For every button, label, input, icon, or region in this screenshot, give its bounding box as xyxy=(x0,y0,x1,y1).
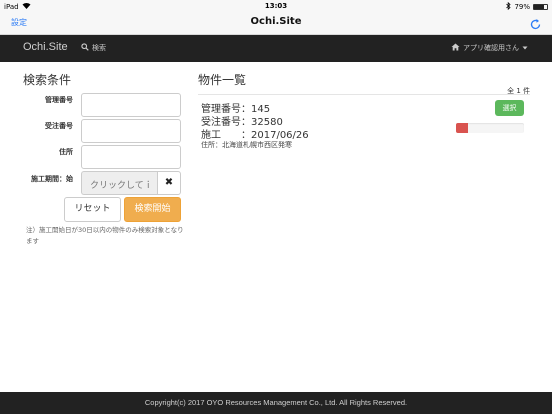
address-input[interactable] xyxy=(81,145,181,169)
close-icon: ✖ xyxy=(164,177,174,188)
select-button[interactable]: 選択 xyxy=(495,100,524,116)
progress-bar-fill xyxy=(456,123,469,133)
site-footer: Copyright(c) 2017 OYO Resources Manageme… xyxy=(0,392,552,414)
item-address: 住所：北海道札幌市西区発寒 xyxy=(201,141,292,149)
kanri-number-label: 管理番号 xyxy=(45,96,73,104)
list-divider xyxy=(198,94,530,95)
search-link[interactable]: 検索 xyxy=(81,43,106,53)
kanri-number-input[interactable] xyxy=(81,93,181,117)
date-clear-button[interactable]: ✖ xyxy=(157,171,181,195)
nav-title: Ochi.Site xyxy=(250,16,302,27)
reset-button[interactable]: リセット xyxy=(64,197,121,222)
user-menu-label: アプリ確認用さん xyxy=(463,44,519,52)
search-icon xyxy=(81,43,89,53)
juchu-number-input[interactable] xyxy=(81,119,181,143)
site-header: Ochi.Site 検索 アプリ確認用さん xyxy=(0,35,552,62)
ios-status-bar: iPad 13:03 79% xyxy=(0,0,552,12)
search-link-label: 検索 xyxy=(92,44,106,52)
item-sekou-date: 施工 ：2017/06/26 xyxy=(201,130,309,141)
battery-icon xyxy=(533,4,548,10)
status-time: 13:03 xyxy=(264,2,288,10)
bluetooth-icon xyxy=(506,1,512,12)
address-label: 住所 xyxy=(59,148,73,156)
search-conditions-heading: 検索条件 xyxy=(23,73,72,87)
progress-bar xyxy=(456,123,524,133)
start-date-label: 施工期間：始 xyxy=(31,175,73,183)
search-start-button[interactable]: 検索開始 xyxy=(124,197,181,222)
home-icon xyxy=(451,43,460,53)
user-menu[interactable]: アプリ確認用さん xyxy=(451,43,528,53)
caret-down-icon xyxy=(522,44,528,52)
battery-percent: 79% xyxy=(514,3,530,11)
juchu-number-label: 受注番号 xyxy=(45,122,73,130)
property-list-heading: 物件一覧 xyxy=(198,73,247,87)
battery-fill xyxy=(534,5,545,9)
site-brand[interactable]: Ochi.Site xyxy=(23,41,68,53)
search-note: 注）施工開始日が30日以内の物件のみ検索対象となります xyxy=(26,226,184,245)
app-navigation-bar: 設定 Ochi.Site xyxy=(0,12,552,35)
start-date-picker[interactable]: クリックしてｉ xyxy=(81,171,157,195)
status-right: 79% xyxy=(506,1,548,12)
reload-icon[interactable] xyxy=(529,16,542,30)
